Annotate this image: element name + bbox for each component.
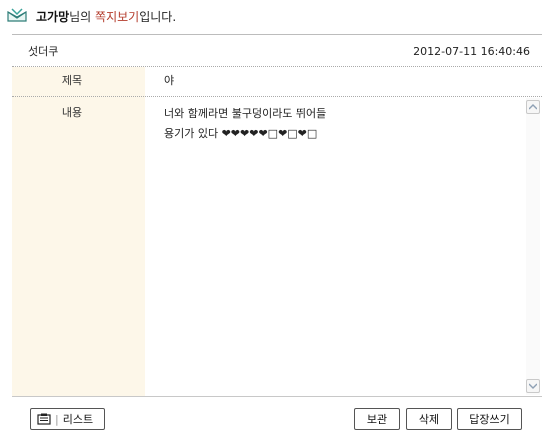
page-header: 고가망님의 쪽지보기입니다. xyxy=(6,6,176,26)
page-title: 고가망님의 쪽지보기입니다. xyxy=(36,8,176,25)
message-content: 너와 함께라면 불구덩이라도 뛰어들 용기가 있다 ❤❤❤❤❤□❤□❤□ xyxy=(164,107,327,140)
scroll-up-button[interactable] xyxy=(526,100,540,114)
subject-divider xyxy=(12,96,542,97)
list-button-label: 리스트 xyxy=(62,413,94,426)
scroll-down-button[interactable] xyxy=(526,379,540,393)
message-meta: 섯더쿠 2012-07-11 16:40:46 xyxy=(12,36,542,66)
delete-button[interactable]: 삭제 xyxy=(406,408,452,430)
list-button[interactable]: | 리스트 xyxy=(30,408,105,430)
reply-button-label: 답장쓰기 xyxy=(469,413,510,426)
chevron-up-icon xyxy=(529,104,537,110)
subject-value: 야 xyxy=(164,74,175,87)
title-suffix-1: 님의 xyxy=(69,9,96,24)
reply-button[interactable]: 답장쓰기 xyxy=(457,408,522,430)
chevron-down-icon xyxy=(529,383,537,389)
list-icon xyxy=(37,413,51,425)
page-name: 쪽지보기 xyxy=(95,9,140,24)
user-name: 고가망 xyxy=(36,9,70,24)
sender-name: 섯더쿠 xyxy=(28,45,59,58)
message-date: 2012-07-11 16:40:46 xyxy=(413,44,530,58)
subject-label: 제목 xyxy=(61,74,83,87)
save-button-label: 보관 xyxy=(366,413,388,426)
top-divider xyxy=(12,34,542,35)
content-label: 내용 xyxy=(61,106,83,119)
button-separator: | xyxy=(55,412,59,426)
save-button[interactable]: 보관 xyxy=(354,408,400,430)
bottom-divider xyxy=(12,396,542,397)
envelope-logo-icon xyxy=(7,8,27,22)
content-scrollbar[interactable] xyxy=(526,98,540,395)
delete-button-label: 삭제 xyxy=(418,413,440,426)
title-suffix-2: 입니다. xyxy=(139,9,177,24)
